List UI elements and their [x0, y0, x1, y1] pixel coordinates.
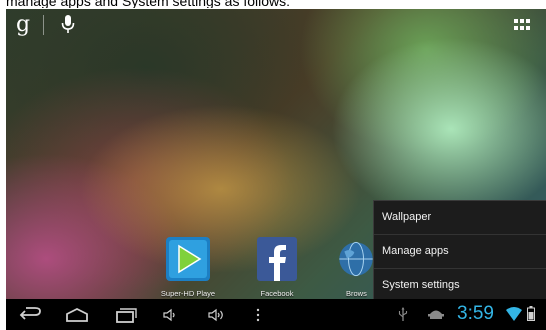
app-label: Brows — [346, 289, 367, 298]
app-shortcut-browser[interactable]: Brows — [336, 236, 376, 299]
volume-down-button[interactable] — [158, 299, 182, 330]
android-debug-icon[interactable] — [428, 308, 444, 320]
top-search-bar: g — [6, 9, 546, 43]
wifi-icon[interactable] — [506, 307, 522, 321]
android-home-screen: g Super-HD Playe Facebook Brows Wallpape… — [6, 9, 546, 330]
back-button[interactable] — [14, 299, 46, 330]
instruction-caption: manage apps and System settings as follo… — [6, 0, 291, 8]
home-icon — [66, 307, 88, 322]
menu-item-system-settings[interactable]: System settings — [374, 269, 546, 302]
status-clock: 3:59 — [457, 303, 494, 324]
app-label: Facebook — [260, 289, 294, 298]
back-icon — [19, 306, 41, 320]
search-divider — [43, 15, 44, 35]
overflow-menu-button[interactable] — [251, 299, 265, 330]
options-menu: Wallpaper Manage apps System settings — [373, 200, 546, 300]
browser-globe-icon — [339, 241, 373, 277]
recent-apps-button[interactable] — [110, 299, 142, 330]
menu-item-manage-apps[interactable]: Manage apps — [374, 235, 546, 269]
overflow-menu-icon — [256, 308, 260, 321]
usb-icon[interactable] — [398, 307, 408, 322]
recent-apps-icon — [116, 307, 137, 323]
battery-icon[interactable] — [527, 306, 535, 321]
app-shortcut-facebook[interactable]: Facebook — [249, 236, 305, 299]
facebook-icon — [257, 237, 297, 281]
app-shortcut-super-hd-player[interactable]: Super-HD Playe — [158, 236, 218, 299]
home-button[interactable] — [61, 299, 93, 330]
volume-up-icon — [208, 308, 223, 321]
app-label: Super-HD Playe — [160, 289, 216, 298]
microphone-icon[interactable] — [60, 14, 76, 36]
navigation-bar: 3:59 — [6, 299, 546, 330]
menu-item-wallpaper[interactable]: Wallpaper — [374, 201, 546, 235]
video-player-icon — [166, 237, 210, 281]
google-search-icon[interactable]: g — [16, 12, 30, 38]
volume-up-button[interactable] — [203, 299, 231, 330]
volume-down-icon — [163, 308, 175, 321]
all-apps-grid-icon[interactable] — [514, 19, 530, 31]
